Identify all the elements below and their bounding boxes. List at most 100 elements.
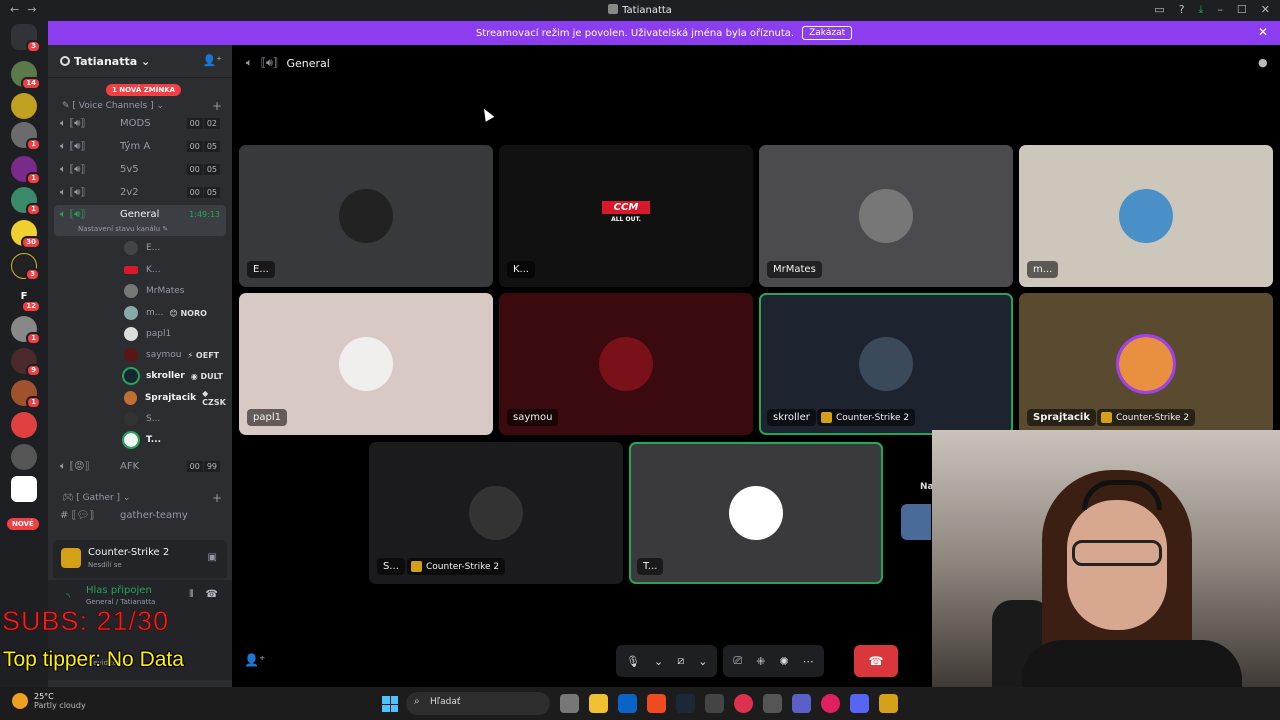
file-explorer-icon[interactable]: [589, 694, 608, 713]
microphone-icon[interactable]: 🎙︎: [626, 655, 640, 668]
app-icon[interactable]: [821, 694, 840, 713]
participant-tile[interactable]: E...: [239, 145, 493, 287]
disconnect-call-button[interactable]: ☎: [854, 645, 898, 677]
voice-user[interactable]: MrMates: [124, 281, 185, 301]
teams-icon[interactable]: [792, 694, 811, 713]
guild-header[interactable]: Tatianatta ⌄ 👤⁺: [48, 45, 232, 78]
voice-user[interactable]: papl1: [124, 324, 171, 344]
download-icon[interactable]: ⤓: [1199, 3, 1204, 17]
voice-channel-5v5[interactable]: 🔈︎ ⟦🔊︎⟧ 5v5 00 05: [54, 160, 226, 181]
avatar: [599, 337, 653, 391]
voice-user[interactable]: T...: [122, 430, 161, 450]
participant-tile[interactable]: m...: [1019, 145, 1273, 287]
server-icon[interactable]: 1: [11, 380, 41, 409]
noise-suppression-icon[interactable]: ⦀: [189, 589, 193, 600]
steam-icon[interactable]: [676, 694, 695, 713]
text-channel-gather-teamy[interactable]: # ⟦💬︎⟧ gather-teamy: [54, 506, 226, 527]
participant-tile[interactable]: skroller Counter-Strike 2: [759, 293, 1013, 435]
more-options-icon[interactable]: ⋯: [803, 655, 814, 668]
soundboard-icon[interactable]: ✺: [779, 655, 788, 668]
clan-tag: ◆ CZSK: [202, 389, 226, 407]
participant-tile[interactable]: saymou: [499, 293, 753, 435]
camera-off-icon[interactable]: ⧄: [677, 654, 684, 668]
brave-icon[interactable]: [647, 694, 666, 713]
help-icon[interactable]: ?: [1179, 3, 1185, 17]
close-window-icon[interactable]: ✕: [1261, 3, 1270, 17]
participant-tile[interactable]: papl1: [239, 293, 493, 435]
discord-icon[interactable]: [850, 694, 869, 713]
chevron-down-icon[interactable]: ⌄: [654, 655, 663, 668]
weather-widget[interactable]: 25°C Partly cloudy: [12, 692, 86, 710]
voice-user[interactable]: skroller ◉ DULT: [122, 366, 223, 386]
server-icon[interactable]: [11, 476, 37, 502]
server-icon[interactable]: [11, 412, 37, 438]
voice-user[interactable]: Sprajtacik ◆ CZSK: [124, 388, 232, 408]
home-button[interactable]: 3: [11, 24, 41, 53]
speaker-icon: 🔈︎ ⟦😡︎⟧: [60, 461, 90, 472]
disconnect-icon[interactable]: ☎: [206, 589, 218, 600]
server-icon[interactable]: 1: [11, 187, 41, 216]
user-limit: 00 99: [186, 461, 220, 472]
server-icon[interactable]: [11, 444, 37, 470]
app-icon[interactable]: [705, 694, 724, 713]
app-icon[interactable]: [763, 694, 782, 713]
speaker-icon: 🔈︎ ⟦🔊︎⟧: [60, 187, 86, 198]
server-icon[interactable]: 1: [11, 156, 41, 185]
category-voice-channels[interactable]: ✎ [ Voice Channels ] ⌄ +: [62, 99, 222, 113]
game-badge: Counter-Strike 2: [407, 558, 506, 575]
voice-connected-status[interactable]: Hlas připojen: [86, 585, 152, 596]
minimize-icon[interactable]: –: [1217, 3, 1223, 17]
avatar: [124, 348, 138, 362]
participant-tile[interactable]: S... Counter-Strike 2: [369, 442, 623, 584]
chat-icon[interactable]: ●: [1258, 56, 1268, 69]
voice-channel-afk[interactable]: 🔈︎ ⟦😡︎⟧ AFK 00 99: [54, 457, 226, 478]
counter-strike-icon[interactable]: [879, 694, 898, 713]
server-icon[interactable]: 14: [11, 61, 41, 90]
server-icon[interactable]: 1: [11, 316, 41, 345]
voice-user[interactable]: E...: [124, 238, 160, 258]
chevron-down-icon[interactable]: ⌄: [698, 655, 707, 668]
voice-user[interactable]: S...: [124, 409, 160, 429]
participant-tile-partial[interactable]: Na: [889, 442, 933, 584]
voice-user[interactable]: m... 😊 NORO: [124, 303, 207, 323]
server-icon[interactable]: [11, 93, 37, 119]
disable-streamer-mode-button[interactable]: Zakázat: [802, 26, 853, 40]
task-view-icon[interactable]: [560, 694, 579, 713]
activities-icon[interactable]: ⁜: [756, 655, 765, 668]
voice-channel-2v2[interactable]: 🔈︎ ⟦🔊︎⟧ 2v2 00 05: [54, 183, 226, 204]
screen-share-icon[interactable]: ⎚: [733, 654, 742, 668]
voice-channel-tym-a[interactable]: 🔈︎ ⟦🔊︎⟧ Tým A 00 05: [54, 137, 226, 158]
avatar: [124, 284, 138, 298]
user-limit: 00 05: [186, 141, 220, 152]
participant-tile[interactable]: CCM ALL OUT. K...: [499, 145, 753, 287]
participant-tile[interactable]: T...: [629, 442, 883, 584]
app-icon[interactable]: [734, 694, 753, 713]
server-icon[interactable]: 3: [11, 253, 40, 281]
voice-channel-mods[interactable]: 🔈︎ ⟦🔊︎⟧ MODS 00 02: [54, 114, 226, 135]
start-button[interactable]: [382, 696, 398, 712]
server-icon[interactable]: 30: [11, 220, 41, 249]
voice-user[interactable]: saymou ⚡ OEFT: [124, 345, 219, 365]
new-unreads-pill[interactable]: NOVÉ: [7, 518, 39, 530]
server-icon[interactable]: 9: [11, 348, 41, 377]
stream-game-icon[interactable]: ▣: [208, 552, 217, 563]
participant-tile[interactable]: Sprajtacik Counter-Strike 2: [1019, 293, 1273, 435]
set-channel-status-link[interactable]: Nastavení stavu kanálu ✎: [78, 225, 168, 233]
participant-tile[interactable]: MrMates: [759, 145, 1013, 287]
voice-user[interactable]: K...: [124, 260, 160, 280]
inbox-icon[interactable]: ▭: [1154, 3, 1164, 17]
invite-people-icon[interactable]: 👤⁺: [202, 54, 222, 67]
maximize-icon[interactable]: ☐: [1237, 3, 1247, 17]
clan-tag: 😊 NORO: [169, 308, 207, 318]
invite-to-voice-icon[interactable]: 👤⁺: [244, 653, 265, 667]
server-icon[interactable]: 1: [11, 122, 41, 151]
category-gather[interactable]: 🎮︎ [ Gather ] ⌄ +: [62, 491, 222, 505]
taskbar-search[interactable]: ⌕ Hľadať: [406, 692, 550, 715]
server-icon[interactable]: F 12: [11, 284, 41, 313]
new-mention-pill[interactable]: 1 NOVÁ ZMÍNKA: [106, 84, 182, 96]
create-channel-icon[interactable]: +: [212, 491, 222, 505]
outlook-icon[interactable]: [618, 694, 637, 713]
activity-panel[interactable]: Counter-Strike 2 Nesdílí se ▣: [53, 540, 227, 578]
create-channel-icon[interactable]: +: [212, 99, 222, 113]
close-icon[interactable]: ✕: [1258, 25, 1268, 39]
